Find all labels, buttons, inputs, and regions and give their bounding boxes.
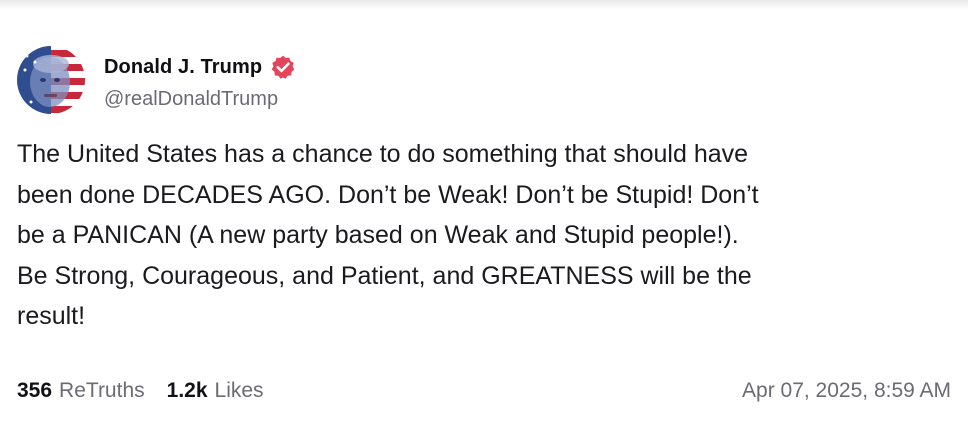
- post-body-text: The United States has a chance to do som…: [17, 140, 759, 330]
- author-display-name[interactable]: Donald J. Trump: [104, 56, 262, 79]
- retruths-label: ReTruths: [59, 379, 145, 402]
- likes-stat[interactable]: 1.2k Likes: [167, 379, 264, 403]
- likes-count: 1.2k: [166, 379, 208, 402]
- top-edge-shadow: [0, 0, 968, 10]
- verified-badge-icon: [271, 55, 295, 79]
- likes-label: Likes: [214, 379, 264, 402]
- author-handle[interactable]: @realDonaldTrump: [104, 88, 278, 111]
- post-timestamp[interactable]: Apr 07, 2025, 8:59 AM: [742, 379, 951, 403]
- avatar-image: [17, 46, 85, 114]
- retruths-stat[interactable]: 356 ReTruths: [17, 379, 145, 403]
- author-row: Donald J. Trump: [104, 52, 296, 82]
- post-footer: 356 ReTruths 1.2k Likes Apr 07, 2025, 8:…: [17, 374, 951, 408]
- avatar[interactable]: [17, 46, 85, 114]
- retruths-count: 356: [17, 379, 53, 402]
- truth-social-post: Donald J. Trump @realDonaldTrump The Uni…: [0, 0, 968, 426]
